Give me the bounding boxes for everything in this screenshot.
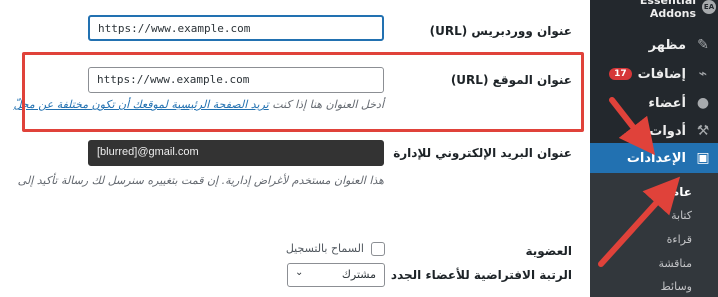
arrow-to-general [598, 176, 681, 267]
arrow-to-settings [609, 97, 656, 156]
annotation-arrows [598, 97, 681, 267]
